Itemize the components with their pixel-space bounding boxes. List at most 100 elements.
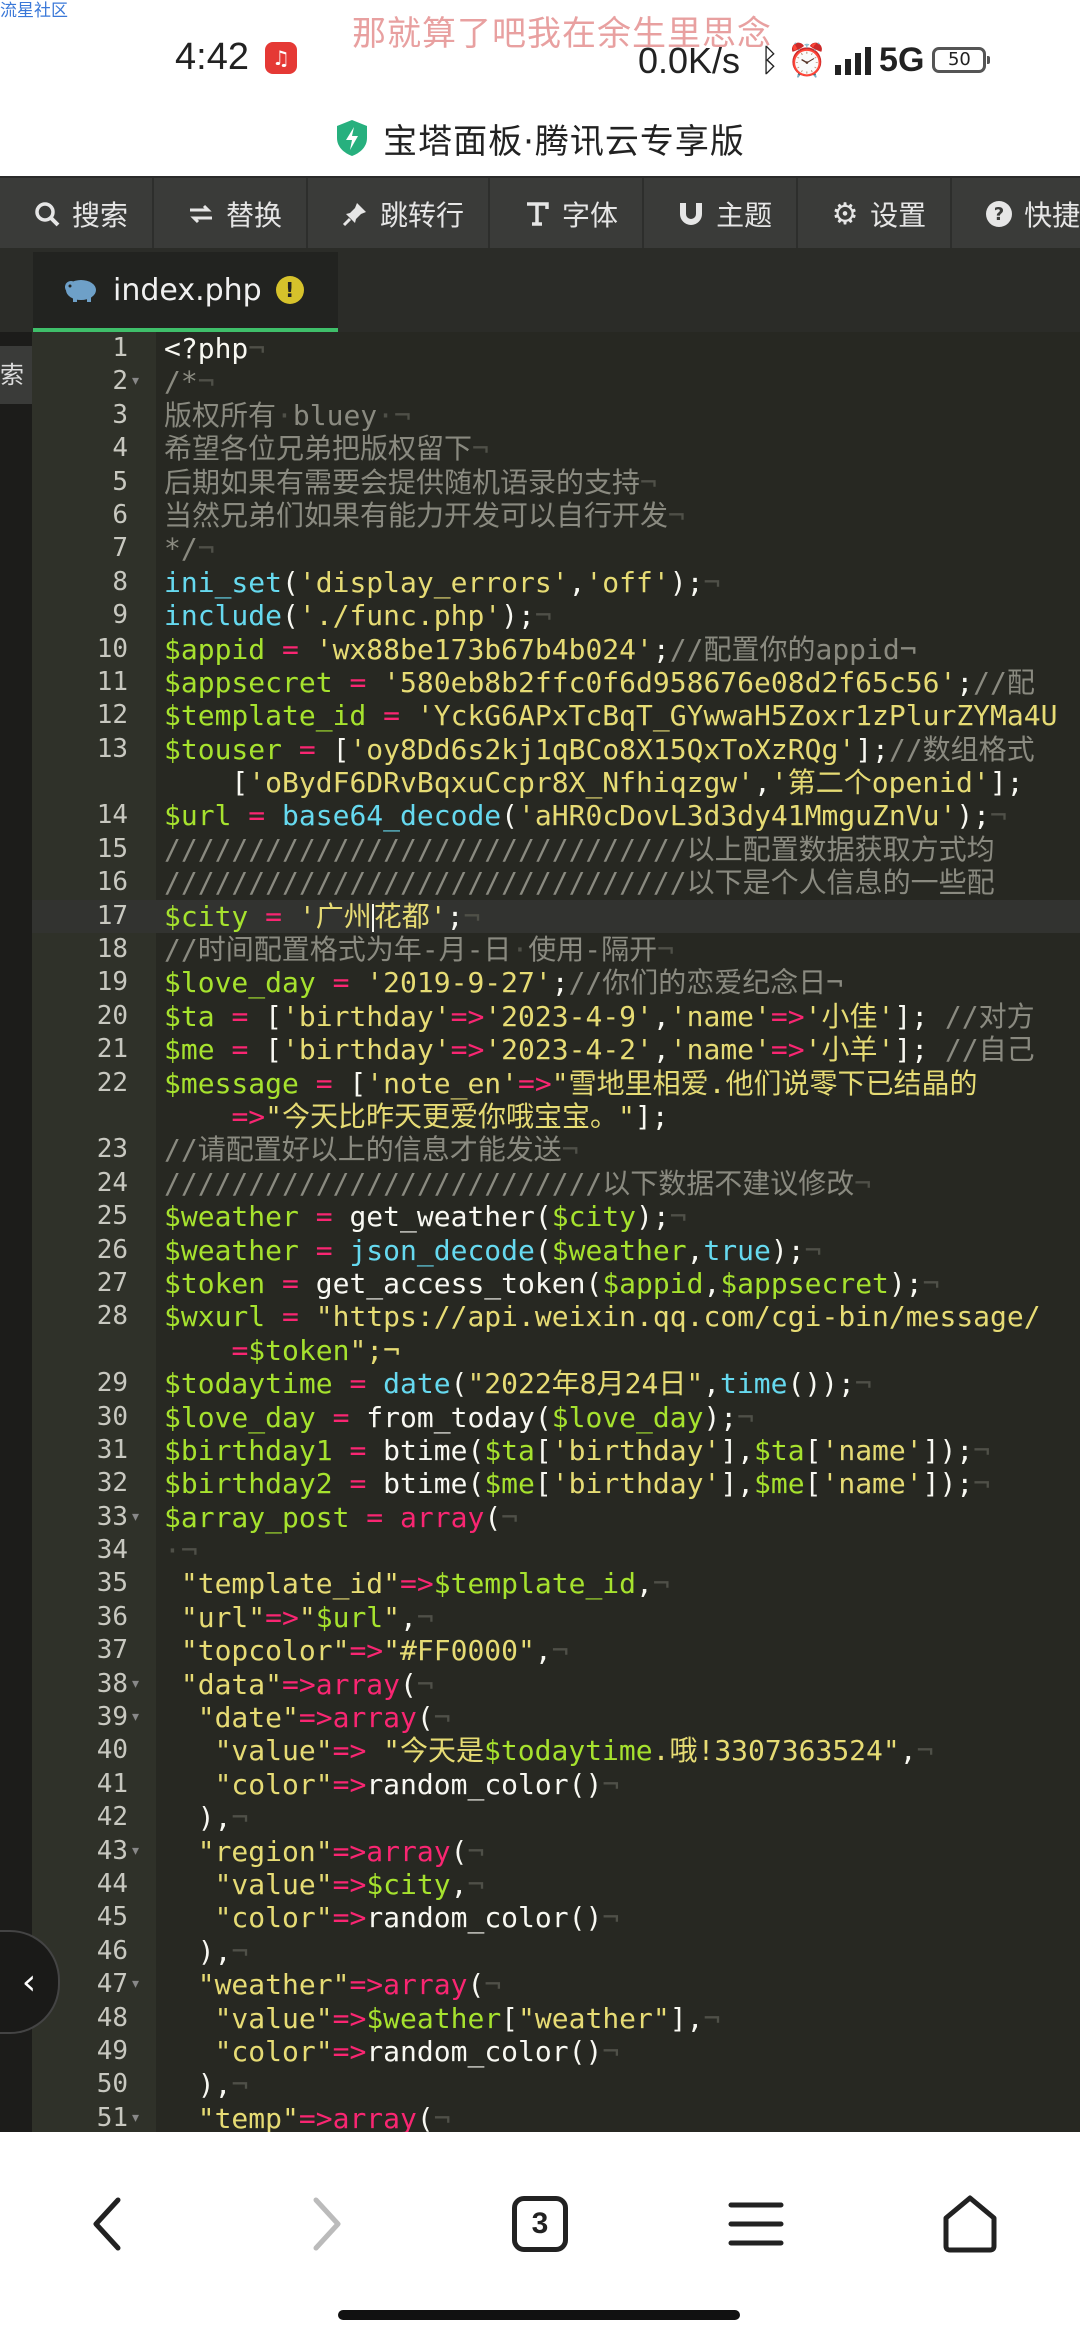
fold-arrow-icon[interactable]: ▾ <box>132 1968 139 2001</box>
code-line[interactable]: 11 $appsecret = '580eb8b2ffc0f6d958676e08… <box>32 666 1080 699</box>
theme-button[interactable]: 主题 <box>644 178 799 250</box>
font-button[interactable]: 字体 <box>490 178 645 250</box>
code-line[interactable]: 32 $birthday2 = btime($me['birthday'],$me… <box>32 1467 1080 1500</box>
code-line[interactable]: 46 ),¬ <box>32 1935 1080 1968</box>
code-line[interactable]: 5 后期如果有需要会提供随机语录的支持¬ <box>32 466 1080 499</box>
sidebar-search-tab[interactable]: 索 <box>0 346 32 404</box>
line-number: 49 <box>96 2035 128 2066</box>
code-text: $todaytime = date("2022年8月24日",time());¬ <box>164 1367 872 1401</box>
code-line[interactable]: 21 $me = ['birthday'=>'2023-4-2','name'=>… <box>32 1033 1080 1066</box>
code-line[interactable]: 12 $template_id = 'YckG6APxTcBqT_GYwwaH5Z… <box>32 699 1080 732</box>
line-number: 50 <box>96 2069 128 2100</box>
code-line[interactable]: 15 ///////////////////////////////以上配置数据获… <box>32 833 1080 866</box>
code-line[interactable]: 45 "color"=>random_color()¬ <box>32 1901 1080 1934</box>
code-line[interactable]: 9 include('./func.php');¬ <box>32 599 1080 632</box>
code-line[interactable]: 39 ▾ "date"=>array(¬ <box>32 1701 1080 1734</box>
code-line[interactable]: 50 ),¬ <box>32 2068 1080 2101</box>
music-app-icon: ♫ <box>265 42 297 74</box>
code-line[interactable]: 41 "color"=>random_color()¬ <box>32 1768 1080 1801</box>
code-line[interactable]: 44 "value"=>$city,¬ <box>32 1868 1080 1901</box>
editor-toolbar: 搜索 替换 跳转行 字体 主题 ⚙ 设置 ? 快捷键 <box>0 176 1080 250</box>
code-line[interactable]: ['oBydF6DRvBqxuCcpr8X_Nfhiqzgw','第二个open… <box>32 766 1080 799</box>
code-line[interactable]: 13 $touser = ['oy8Dd6s2kj1qBCo8X15QxToXzR… <box>32 733 1080 766</box>
code-text: $url = base64_decode('aHR0cDovL3d3dy41Mm… <box>164 799 1007 833</box>
replace-button[interactable]: 替换 <box>154 178 309 250</box>
fold-arrow-icon[interactable]: ▾ <box>132 1835 139 1868</box>
code-line[interactable]: 28 $wxurl = "https://api.weixin.qq.com/cg… <box>32 1300 1080 1333</box>
replace-label: 替换 <box>226 199 283 232</box>
code-line[interactable]: 29 $todaytime = date("2022年8月24日",time())… <box>32 1367 1080 1400</box>
code-line[interactable]: 30 $love_day = from_today($love_day);¬ <box>32 1401 1080 1434</box>
tabs-button[interactable]: 3 <box>500 2184 580 2264</box>
code-line[interactable]: 38 ▾ "data"=>array(¬ <box>32 1668 1080 1701</box>
magnet-icon <box>676 199 706 229</box>
code-line[interactable]: 49 "color"=>random_color()¬ <box>32 2035 1080 2068</box>
fold-arrow-icon[interactable]: ▾ <box>132 2102 139 2132</box>
code-line[interactable]: 23 //请配置好以上的信息才能发送¬ <box>32 1133 1080 1166</box>
code-line[interactable]: 24 //////////////////////////以下数据不建议修改¬ <box>32 1167 1080 1200</box>
code-line[interactable]: 20 $ta = ['birthday'=>'2023-4-9','name'=>… <box>32 1000 1080 1033</box>
fold-arrow-icon[interactable]: ▾ <box>132 1501 139 1534</box>
search-button[interactable]: 搜索 <box>0 178 155 250</box>
menu-icon <box>728 2202 784 2246</box>
code-text: $weather = json_decode($weather,true);¬ <box>164 1233 822 1267</box>
code-line[interactable]: 31 $birthday1 = btime($ta['birthday'],$ta… <box>32 1434 1080 1467</box>
code-line[interactable]: 1 <?php¬ <box>32 332 1080 365</box>
code-line[interactable]: 22 $message = ['note_en'=>"雪地里相爱.他们说零下已结晶… <box>32 1067 1080 1100</box>
settings-button[interactable]: ⚙ 设置 <box>798 178 953 250</box>
fold-arrow-icon[interactable]: ▾ <box>132 1701 139 1734</box>
code-line[interactable]: 19 $love_day = '2019-9-27';//你们的恋爱纪念日¬ <box>32 966 1080 999</box>
code-line[interactable]: 33 ▾ $array_post = array(¬ <box>32 1501 1080 1534</box>
code-text: $wxurl = "https://api.weixin.qq.com/cgi-… <box>164 1300 1041 1334</box>
line-number: 3 <box>112 399 128 430</box>
code-line[interactable]: 6 当然兄弟们如果有能力开发可以自行开发¬ <box>32 499 1080 532</box>
fold-arrow-icon[interactable]: ▾ <box>132 365 139 398</box>
tab-index-php[interactable]: index.php ! <box>33 252 338 332</box>
code-line[interactable]: 3 版权所有·bluey·¬ <box>32 399 1080 432</box>
code-text: "color"=>random_color()¬ <box>214 1767 620 1801</box>
forward-button[interactable] <box>286 2184 366 2264</box>
code-line[interactable]: 25 $weather = get_weather($city);¬ <box>32 1200 1080 1233</box>
code-line[interactable]: 10 $appid = 'wx88be173b67b4b024';//配置你的ap… <box>32 633 1080 666</box>
code-line[interactable]: 26 $weather = json_decode($weather,true);… <box>32 1234 1080 1267</box>
line-number: 9 <box>112 600 128 631</box>
code-text: "color"=>random_color()¬ <box>214 1901 620 1935</box>
shield-logo-icon <box>337 120 368 156</box>
code-line[interactable]: 51 ▾ "temp"=>array(¬ <box>32 2102 1080 2132</box>
bluetooth-icon: ᛒ <box>760 41 780 79</box>
code-line[interactable]: 4 希望各位兄弟把版权留下¬ <box>32 432 1080 465</box>
code-line[interactable]: 14 $url = base64_decode('aHR0cDovL3d3dy41… <box>32 799 1080 832</box>
code-line[interactable]: 17 $city = '广州花都';¬ <box>32 899 1080 934</box>
code-line[interactable]: =>"今天比昨天更爱你哦宝宝。"]; <box>32 1100 1080 1133</box>
code-line[interactable]: 43 ▾ "region"=>array(¬ <box>32 1835 1080 1868</box>
code-text: ///////////////////////////////以上配置数据获取方… <box>164 832 995 866</box>
line-number: 2 <box>112 366 128 397</box>
code-line[interactable]: 7 */¬ <box>32 532 1080 565</box>
code-text: $birthday2 = btime($me['birthday'],$me['… <box>164 1467 991 1501</box>
code-line[interactable]: 37 "topcolor"=>"#FF0000",¬ <box>32 1634 1080 1667</box>
code-line[interactable]: 42 ),¬ <box>32 1801 1080 1834</box>
settings-label: 设置 <box>870 199 927 232</box>
code-line[interactable]: =$token";¬ <box>32 1334 1080 1367</box>
code-line[interactable]: 47 ▾ "weather"=>array(¬ <box>32 1968 1080 2001</box>
shortcuts-button[interactable]: ? 快捷键 <box>952 178 1080 250</box>
fold-arrow-icon[interactable]: ▾ <box>132 1668 139 1701</box>
code-editor[interactable]: 1 <?php¬ 2 ▾/*¬ 3 版权所有·bluey·¬ 4 希望各位兄弟把版权留下¬ 5 后… <box>32 332 1080 2132</box>
code-line[interactable]: 27 $token = get_access_token($appid,$apps… <box>32 1267 1080 1300</box>
code-line[interactable]: 35 "template_id"=>$template_id,¬ <box>32 1567 1080 1600</box>
code-line[interactable]: 48 "value"=>$weather["weather"],¬ <box>32 2002 1080 2035</box>
code-line[interactable]: 34 ·¬ <box>32 1534 1080 1567</box>
home-button[interactable] <box>930 2184 1010 2264</box>
code-line[interactable]: 40 "value"=> "今天是$todaytime.哦!3307363524… <box>32 1734 1080 1767</box>
code-line[interactable]: 2 ▾ /*¬ <box>32 365 1080 398</box>
menu-button[interactable] <box>716 2184 796 2264</box>
code-text: ///////////////////////////////以下是个人信息的一… <box>164 866 995 900</box>
code-line[interactable]: 8 ini_set('display_errors','off');¬ <box>32 566 1080 599</box>
tab-count-icon: 3 <box>512 2196 568 2252</box>
alarm-icon: ⏰ <box>787 41 828 79</box>
code-line[interactable]: 36 "url"=>"$url",¬ <box>32 1601 1080 1634</box>
goto-line-button[interactable]: 跳转行 <box>308 178 491 250</box>
code-line[interactable]: 18 //时间配置格式为年-月-日·使用-隔开¬ <box>32 933 1080 966</box>
code-line[interactable]: 16 ///////////////////////////////以下是个人信息… <box>32 866 1080 899</box>
back-button[interactable] <box>68 2184 148 2264</box>
